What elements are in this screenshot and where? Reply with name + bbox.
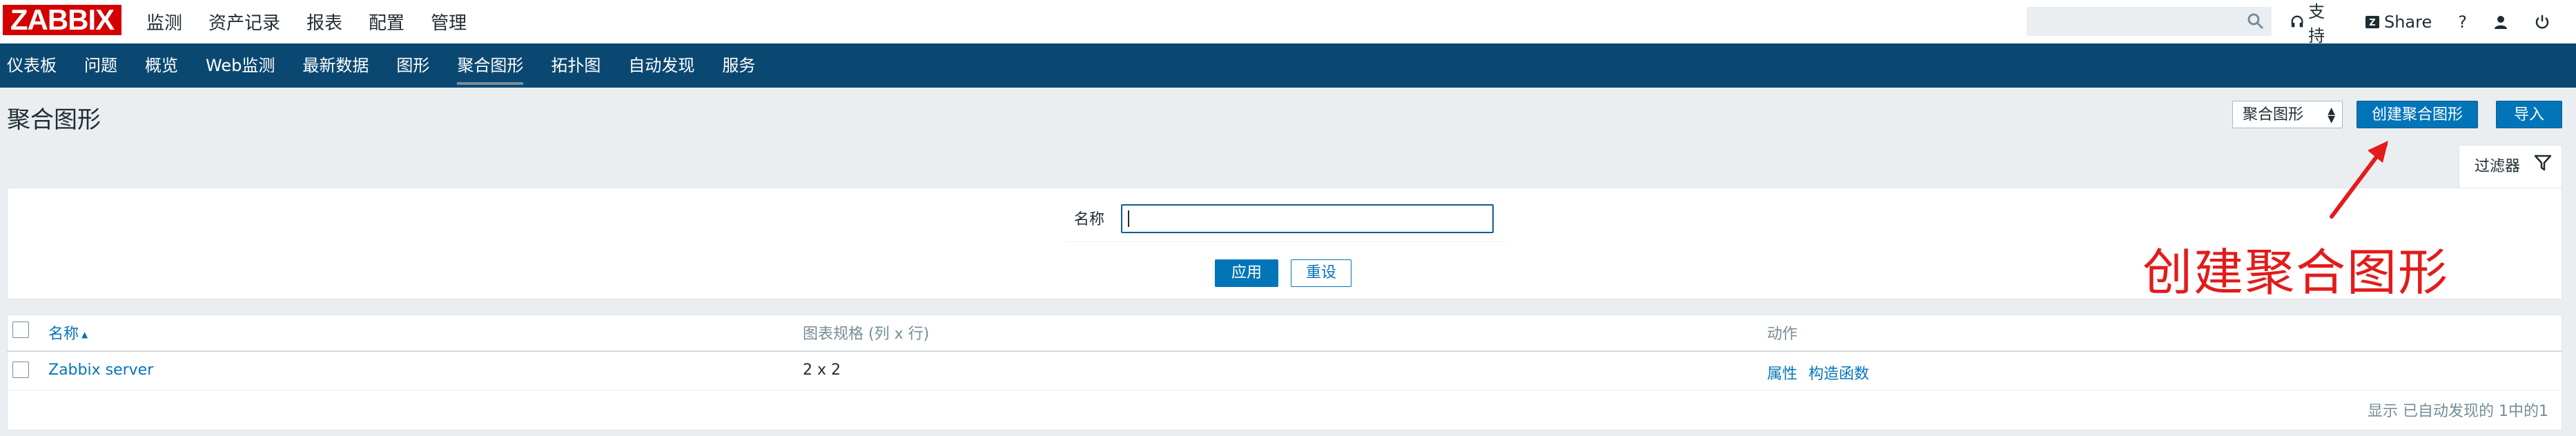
top-menu-monitoring[interactable]: 监测 (146, 9, 182, 34)
table-footer-count: 显示 已自动发现的 1中的1 (2368, 403, 2548, 420)
top-bar: ZABBIX 监测 资产记录 报表 配置 管理 支持 Z Share ? (0, 0, 2576, 46)
filter-icon (2534, 155, 2552, 171)
annotation-arrow-icon (2330, 141, 2388, 219)
column-header-dimension: 图表规格 (列 x 行) (803, 326, 930, 343)
import-button[interactable]: 导入 (2496, 101, 2562, 128)
filter-tab-label: 过滤器 (2475, 158, 2521, 175)
user-profile-link[interactable] (2493, 14, 2508, 30)
page-title: 聚合图形 (7, 106, 101, 134)
nav-graphs[interactable]: 图形 (396, 43, 429, 88)
top-menu-configuration[interactable]: 配置 (369, 9, 404, 34)
properties-link[interactable]: 属性 (1767, 361, 1797, 384)
filter-tab[interactable]: 过滤器 (2459, 145, 2562, 188)
apply-button[interactable]: 应用 (1215, 259, 1278, 287)
create-screen-button[interactable]: 创建聚合图形 (2357, 101, 2478, 128)
user-icon (2495, 15, 2507, 29)
search-icon[interactable] (2247, 12, 2265, 30)
reset-button[interactable]: 重设 (1291, 259, 1352, 287)
nav-services[interactable]: 服务 (722, 43, 755, 88)
view-select-value: 聚合图形 (2243, 106, 2304, 123)
share-label: Share (2383, 12, 2432, 32)
nav-discovery[interactable]: 自动发现 (628, 43, 694, 88)
headset-icon (2291, 15, 2303, 27)
nav-problems[interactable]: 问题 (84, 43, 117, 88)
share-link[interactable]: Z Share (2365, 12, 2432, 32)
nav-overview[interactable]: 概览 (145, 43, 178, 88)
filter-divider (1066, 241, 1505, 242)
nav-dashboard[interactable]: 仪表板 (7, 43, 57, 88)
select-all-checkbox[interactable] (12, 321, 29, 338)
column-header-name[interactable]: 名称 ▲ (48, 321, 88, 344)
top-menu-reports[interactable]: 报表 (306, 9, 342, 34)
screen-name-link[interactable]: Zabbix server (48, 361, 153, 379)
nav-latest-data[interactable]: 最新数据 (302, 43, 369, 88)
support-link[interactable]: 支持 (2290, 0, 2339, 46)
help-icon: ? (2458, 12, 2467, 32)
sign-out-link[interactable] (2535, 14, 2550, 30)
svg-text:Z: Z (2369, 18, 2375, 28)
top-menu-administration[interactable]: 管理 (431, 9, 467, 34)
sub-nav-bar: 仪表板 问题 概览 Web监测 最新数据 图形 聚合图形 拓扑图 自动发现 服务 (0, 43, 2576, 88)
nav-web[interactable]: Web监测 (206, 43, 275, 88)
top-menu-inventory[interactable]: 资产记录 (208, 9, 280, 34)
top-right-tools: 支持 Z Share ? (2290, 0, 2576, 46)
top-menu: 监测 资产记录 报表 配置 管理 (146, 0, 467, 43)
support-label: 支持 (2308, 1, 2325, 46)
nav-screens[interactable]: 聚合图形 (457, 43, 524, 88)
sort-asc-icon: ▲ (81, 330, 88, 339)
annotation-text: 创建聚合图形 (2143, 244, 2450, 301)
search-input[interactable] (2027, 7, 2272, 36)
filter-name-input[interactable] (1121, 204, 1494, 233)
screens-table (7, 315, 2562, 430)
column-header-name-label: 名称 (48, 326, 79, 343)
updown-arrow-icon: ▲ ▼ (2328, 106, 2335, 125)
row-checkbox[interactable] (12, 361, 29, 378)
share-icon: Z (2365, 15, 2379, 28)
help-link[interactable]: ? (2458, 12, 2467, 32)
sub-nav-items: 仪表板 问题 概览 Web监测 最新数据 图形 聚合图形 拓扑图 自动发现 服务 (0, 43, 776, 88)
power-icon (2535, 14, 2549, 28)
text-caret (1128, 210, 1129, 227)
constructor-link[interactable]: 构造函数 (1808, 361, 1869, 384)
view-select[interactable]: 聚合图形 ▲ ▼ (2232, 101, 2343, 128)
header-divider (7, 350, 2562, 352)
screen-dimension: 2 x 2 (803, 361, 841, 379)
zabbix-logo[interactable]: ZABBIX (3, 5, 121, 35)
nav-maps[interactable]: 拓扑图 (551, 43, 601, 88)
column-header-actions: 动作 (1767, 326, 1798, 343)
filter-name-label: 名称 (1074, 211, 1105, 228)
